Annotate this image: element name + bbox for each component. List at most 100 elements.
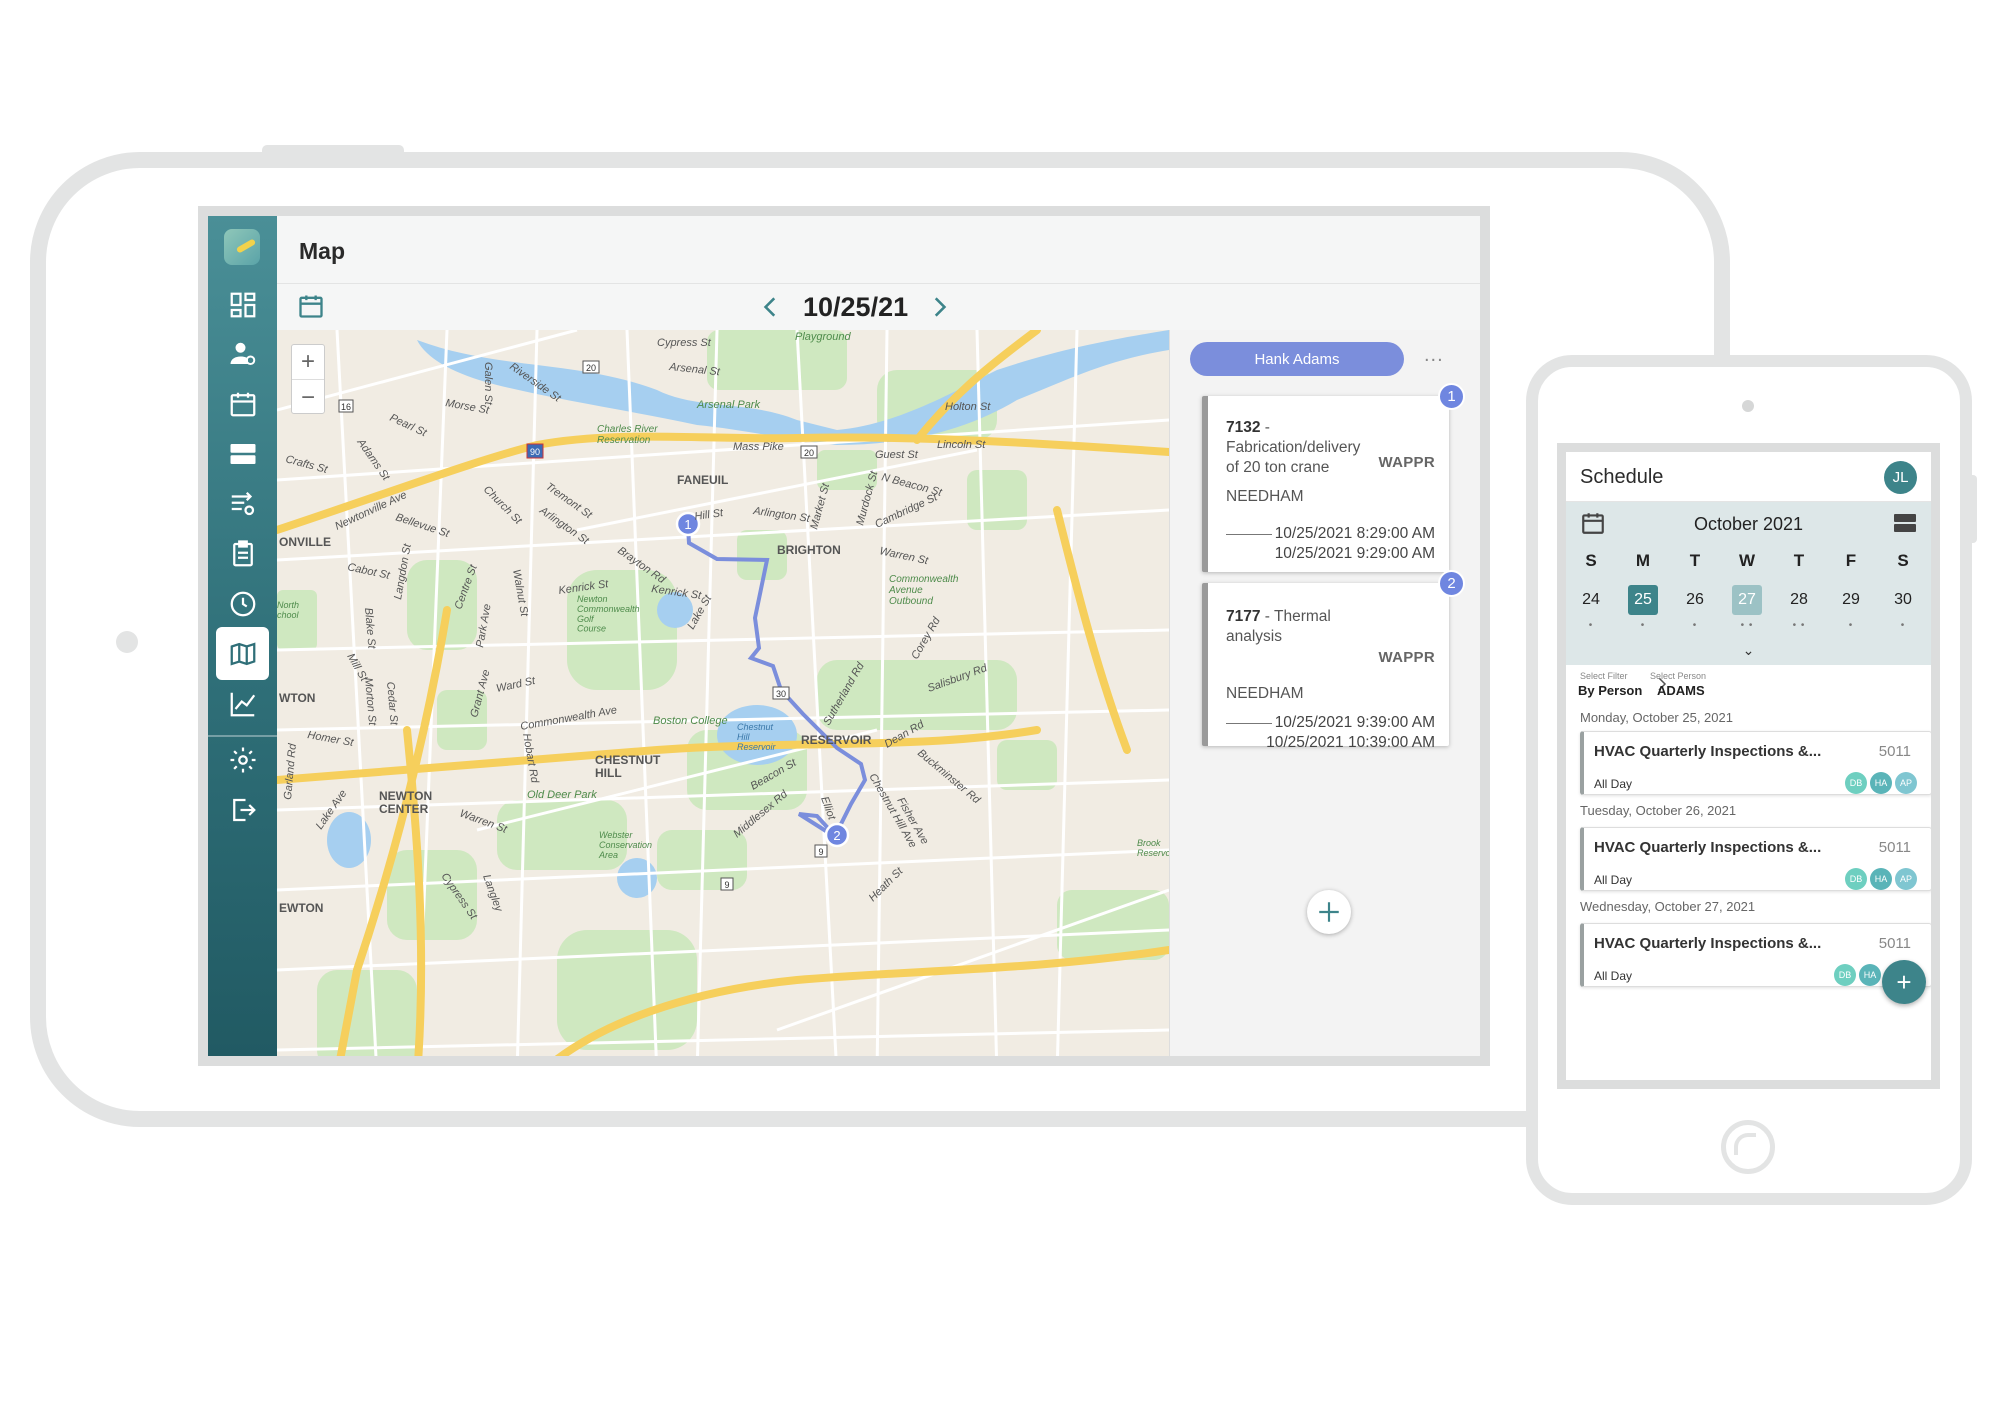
event-card[interactable]: HVAC Quarterly Inspections &... 5011 All… <box>1580 827 1931 891</box>
map-label-holton-st: Holton St <box>945 401 991 413</box>
sidebar-item-logout[interactable] <box>216 783 269 836</box>
event-dots: • <box>1900 620 1906 631</box>
schedule-header: Schedule JL <box>1566 452 1931 502</box>
day-header: Wednesday, October 27, 2021 <box>1580 899 1756 914</box>
sidebar-item-time[interactable] <box>216 577 269 630</box>
job-panel: Hank Adams ... 1 7132 - Fabrication/deliv… <box>1169 330 1480 1056</box>
panel-more-icon[interactable]: ... <box>1424 344 1444 367</box>
sidebar-item-calendar[interactable] <box>216 377 269 430</box>
map-label-pearl: Pearl St <box>388 412 429 440</box>
event-time: All Day <box>1594 873 1633 887</box>
job-location: NEEDHAM <box>1226 685 1304 702</box>
route-stop-1-label: 1 <box>684 517 691 532</box>
phone-screen: Schedule JL October 2021 S M T W T F S 2… <box>1557 443 1940 1089</box>
map-label-heath: Heath St <box>867 865 906 904</box>
person-selector[interactable]: Hank Adams <box>1190 342 1404 376</box>
map-label-old-deer-park: Old Deer Park <box>527 789 597 801</box>
page-title: Schedule <box>1580 466 1664 488</box>
assignee-avatars: DB HA <box>1834 964 1881 986</box>
map-label-warren: Warren St <box>878 545 930 567</box>
expand-calendar-chevron-icon[interactable]: ⌄ <box>1566 642 1931 659</box>
route-stop-2-label: 2 <box>833 828 840 843</box>
event-dots: • <box>1588 620 1594 631</box>
sidebar-item-dashboard[interactable] <box>216 278 269 331</box>
event-title: HVAC Quarterly Inspections &... <box>1594 839 1822 856</box>
shield-9: 9 <box>818 847 823 857</box>
prev-date-chevron-icon[interactable] <box>758 294 784 320</box>
event-number: 5011 <box>1878 935 1911 952</box>
job-end-time: 10/25/2021 10:39:00 AM <box>1266 734 1435 751</box>
week-calendar: October 2021 S M T W T F S 24 25 26 27 2… <box>1566 502 1931 665</box>
zoom-in-button[interactable]: + <box>292 345 324 380</box>
add-job-button[interactable] <box>1307 890 1351 934</box>
map-label-crafts: Crafts St <box>284 453 329 476</box>
day-cell[interactable]: 24 <box>1576 585 1606 615</box>
job-title: 7132 - Fabrication/delivery of 20 ton cra… <box>1226 418 1376 478</box>
sidebar-item-reports[interactable] <box>216 677 269 730</box>
map-label-corey: Corey Rd <box>909 615 943 662</box>
person-value[interactable]: ADAMS <box>1657 683 1705 698</box>
map-label-newton-center: NEWTON CENTER <box>379 789 432 816</box>
add-event-button[interactable]: + <box>1882 960 1926 1004</box>
day-cell[interactable]: 26 <box>1680 585 1710 615</box>
shield-20b: 20 <box>804 448 814 458</box>
day-cell-selected[interactable]: 25 <box>1628 585 1658 615</box>
job-order-badge: 1 <box>1438 383 1465 410</box>
job-time-divider <box>1226 723 1272 724</box>
day-cell[interactable]: 29 <box>1836 585 1866 615</box>
map-label-cabot: Cabot St <box>346 561 391 582</box>
next-date-chevron-icon[interactable] <box>926 294 952 320</box>
sidebar-item-map[interactable] <box>216 627 269 680</box>
map-label-newtonville: ONVILLE <box>279 535 331 549</box>
sidebar-item-customers[interactable] <box>216 327 269 380</box>
user-avatar[interactable]: JL <box>1884 461 1917 494</box>
route-map[interactable]: 1 2 20 90 20 16 30 9 9 Cypress St Arsena… <box>277 330 1169 1056</box>
person-caption: Select Person <box>1650 671 1707 681</box>
list-view-icon <box>230 443 255 464</box>
event-card[interactable]: HVAC Quarterly Inspections &... 5011 All… <box>1580 923 1931 987</box>
day-header: Monday, October 25, 2021 <box>1580 710 1733 725</box>
map-label-newton-bottom: EWTON <box>279 901 323 915</box>
map-label-comm-ave: Commonwealth Ave <box>519 704 617 733</box>
map-label-buckminster: Buckminster Rd <box>915 747 983 807</box>
route-stop-2[interactable]: 2 <box>824 822 850 848</box>
sidebar-item-list[interactable] <box>216 427 269 480</box>
event-dots: • • <box>1792 620 1806 631</box>
day-cell-today[interactable]: 27 <box>1732 585 1762 615</box>
day-cell[interactable]: 28 <box>1784 585 1814 615</box>
filter-breadcrumb[interactable]: Select Filter By Person Select Person AD… <box>1566 665 1931 705</box>
map-label-brighton: BRIGHTON <box>777 543 841 557</box>
map-label-faneuil: FANEUIL <box>677 473 728 487</box>
event-number: 5011 <box>1878 839 1911 856</box>
event-card[interactable]: HVAC Quarterly Inspections &... 5011 All… <box>1580 731 1931 795</box>
job-card[interactable]: 2 7177 - Thermal analysis WAPPR NEEDHAM … <box>1202 570 1465 751</box>
sidebar-item-clipboard[interactable] <box>216 527 269 580</box>
map-label-guest-st: Guest St <box>875 449 919 461</box>
avatar: AP <box>1895 868 1917 890</box>
map-label-arsenal-park: Arsenal Park <box>696 399 760 411</box>
sidebar <box>208 216 277 1056</box>
zoom-out-button[interactable]: − <box>292 380 324 415</box>
weekday-label: F <box>1845 551 1857 570</box>
map-label-adams: Adams St <box>354 436 392 484</box>
clock-icon <box>230 591 255 616</box>
day-cell[interactable]: 30 <box>1888 585 1918 615</box>
job-card[interactable]: 1 7132 - Fabrication/delivery of 20 ton c… <box>1202 383 1465 572</box>
job-start-time: 10/25/2021 8:29:00 AM <box>1274 525 1435 542</box>
shield-16: 16 <box>341 402 351 412</box>
weekday-label: T <box>1793 551 1805 570</box>
map-label-ward: Ward St <box>495 675 537 695</box>
list-view-icon[interactable] <box>1893 511 1917 535</box>
app-logo[interactable] <box>224 229 260 265</box>
current-date: 10/25/21 <box>803 292 909 322</box>
calendar-icon <box>230 392 255 416</box>
map-label-park-ave: Park Ave <box>474 603 493 648</box>
avatar: HA <box>1870 772 1892 794</box>
map-label-garland: Garland Rd <box>282 742 299 800</box>
job-status: WAPPR <box>1378 454 1435 471</box>
filter-value[interactable]: By Person <box>1578 683 1642 698</box>
sidebar-item-dispatch[interactable] <box>216 477 269 530</box>
calendar-picker-icon[interactable] <box>297 292 325 320</box>
sidebar-item-settings[interactable] <box>216 733 269 786</box>
map-label-west-newton: WTON <box>279 691 315 705</box>
